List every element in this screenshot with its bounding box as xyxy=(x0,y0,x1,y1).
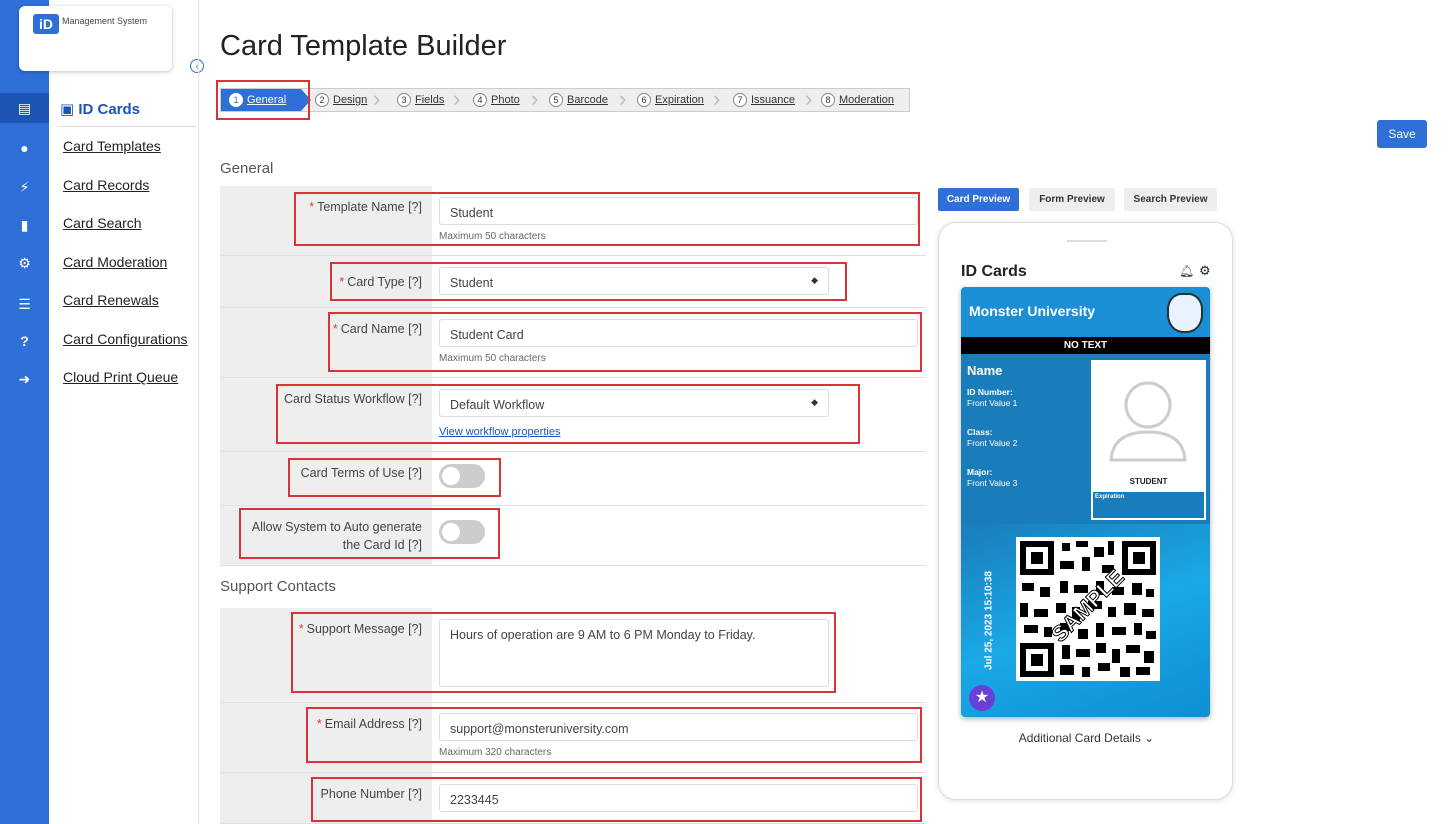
step-barcode[interactable]: 5 Barcode xyxy=(549,89,608,111)
help-icon[interactable]: ? xyxy=(0,326,49,356)
document-icon[interactable]: ▮ xyxy=(0,210,49,240)
id-card-preview: Monster University NO TEXT Name ID Numbe… xyxy=(961,287,1210,717)
chevron-down-icon: ⌄ xyxy=(1144,731,1155,745)
sidebar-item-card-configurations[interactable]: Card Configurations xyxy=(63,331,188,347)
field-3: Major: Front Value 3 xyxy=(967,467,1018,488)
tab-card-preview[interactable]: Card Preview xyxy=(938,188,1019,211)
step-design[interactable]: 2 Design xyxy=(315,89,367,111)
mascot-logo xyxy=(1167,293,1203,333)
university-name: Monster University xyxy=(969,303,1096,319)
bell-icon[interactable]: 🔔︎ xyxy=(1179,264,1194,278)
sidebar-item-card-search[interactable]: Card Search xyxy=(63,215,142,231)
sidebar-item-cloud-print-queue[interactable]: Cloud Print Queue xyxy=(63,369,178,385)
person-icon xyxy=(1109,381,1187,462)
sidebar-item-card-renewals[interactable]: Card Renewals xyxy=(63,292,159,308)
list-icon[interactable]: ☰ xyxy=(0,289,49,319)
plug-icon[interactable]: ⚡ xyxy=(0,172,49,202)
step-moderation[interactable]: 8 Moderation xyxy=(821,89,894,111)
sidebar-title: ▣ ID Cards xyxy=(60,101,141,118)
photo-placeholder: STUDENT xyxy=(1091,360,1206,490)
logo-text: Management System xyxy=(62,16,148,26)
step-fields[interactable]: 3 Fields xyxy=(397,89,444,111)
card-banner: NO TEXT xyxy=(961,337,1210,354)
wizard-steps: 1 General 2 Design › 3 Fields › 4 Photo › 5B… xyxy=(220,88,910,112)
page-title: Card Template Builder xyxy=(220,30,507,62)
name-label: Name xyxy=(967,363,1003,378)
sidebar-item-card-templates[interactable]: Card Templates xyxy=(63,138,161,154)
expiration-label: Expiration xyxy=(1091,490,1206,520)
sidebar-item-card-moderation[interactable]: Card Moderation xyxy=(63,254,167,270)
logout-icon[interactable]: ➜ xyxy=(0,364,49,394)
tab-search-preview[interactable]: Search Preview xyxy=(1124,188,1217,211)
id-card-icon[interactable]: ▤ xyxy=(0,93,56,123)
field-2: Class: Front Value 2 xyxy=(967,427,1018,448)
logo-mark: iD xyxy=(33,14,59,34)
collapse-sidebar-icon[interactable]: ‹ xyxy=(190,59,204,73)
app-logo[interactable]: iD Management System xyxy=(19,6,172,71)
section-general: General xyxy=(220,160,274,177)
gear-icon[interactable]: ⚙ xyxy=(0,248,49,278)
star-icon: ★ xyxy=(969,685,995,711)
section-support: Support Contacts xyxy=(220,578,336,595)
chat-icon[interactable]: ● xyxy=(0,133,49,163)
field-1: ID Number: Front Value 1 xyxy=(967,387,1018,408)
step-expiration[interactable]: 6 Expiration xyxy=(637,89,704,111)
gear-icon[interactable]: ⚙ xyxy=(1199,263,1211,279)
qr-code: SAMPLE xyxy=(1016,537,1160,681)
app-rail: ▤ ● ⚡ ▮ ⚙ ☰ ? ➜ xyxy=(0,0,56,824)
save-button[interactable]: Save xyxy=(1377,120,1427,148)
additional-details-link[interactable]: Additional Card Details ⌄ xyxy=(939,731,1234,745)
preview-header: ID Cards xyxy=(961,263,1027,280)
timestamp: Jul 25, 2023 15:10:38 xyxy=(983,571,995,670)
tab-form-preview[interactable]: Form Preview xyxy=(1029,188,1115,211)
step-photo[interactable]: 4 Photo xyxy=(473,89,520,111)
step-issuance[interactable]: 7 Issuance xyxy=(733,89,795,111)
photo-caption: STUDENT xyxy=(1129,477,1168,486)
sidebar-item-card-records[interactable]: Card Records xyxy=(63,177,149,193)
